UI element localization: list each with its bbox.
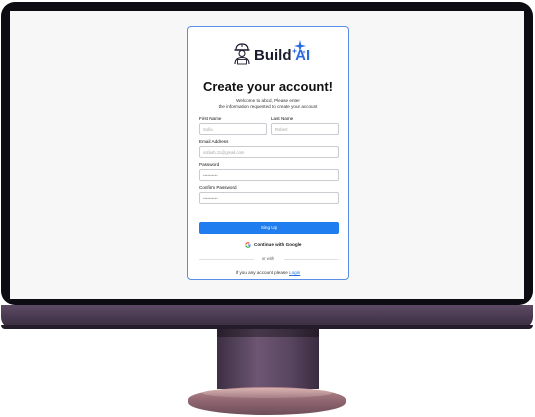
login-prompt: If you any account please Login [188,270,348,276]
signup-card: Build AI Create your account! Welcome to… [187,26,349,280]
login-link[interactable]: Login [289,270,300,275]
password-input[interactable] [199,169,339,181]
monitor-stand-base-highlight [202,388,332,398]
sparkle-icon [291,40,306,54]
email-input[interactable] [199,146,339,158]
brand-name-build: Build [254,47,292,64]
google-icon [245,242,251,248]
confirm-password-input[interactable] [199,192,339,204]
divider-right [284,259,339,260]
email-label: Email Address [199,139,229,144]
signup-button[interactable]: Sing Up [199,222,339,234]
confirm-password-label: Confirm Password [199,185,237,190]
first-name-label: First Name [199,116,222,121]
monitor-stand-neck-shadow [217,329,319,337]
brand-logo: Build AI [188,39,348,69]
page-title: Create your account! [202,79,334,94]
google-button-label: Continue with Google [254,242,302,247]
monitor-screen: Build AI Create your account! Welcome to… [10,11,524,299]
password-label: Password [199,162,220,167]
google-signin-button[interactable]: Continue with Google [199,239,339,251]
page-subtitle: Welcome to abcd, Please enter the inform… [188,98,348,110]
first-name-input[interactable] [199,123,267,135]
page-subtitle-line2: the information requested to create your… [218,104,318,109]
login-prompt-text: If you any account please [235,270,288,275]
last-name-input[interactable] [271,123,339,135]
monitor-bezel: Build AI Create your account! Welcome to… [1,2,533,305]
builder-avatar-icon [234,43,250,65]
last-name-label: Last Name [271,116,294,121]
monitor-stand-neck [217,329,319,389]
